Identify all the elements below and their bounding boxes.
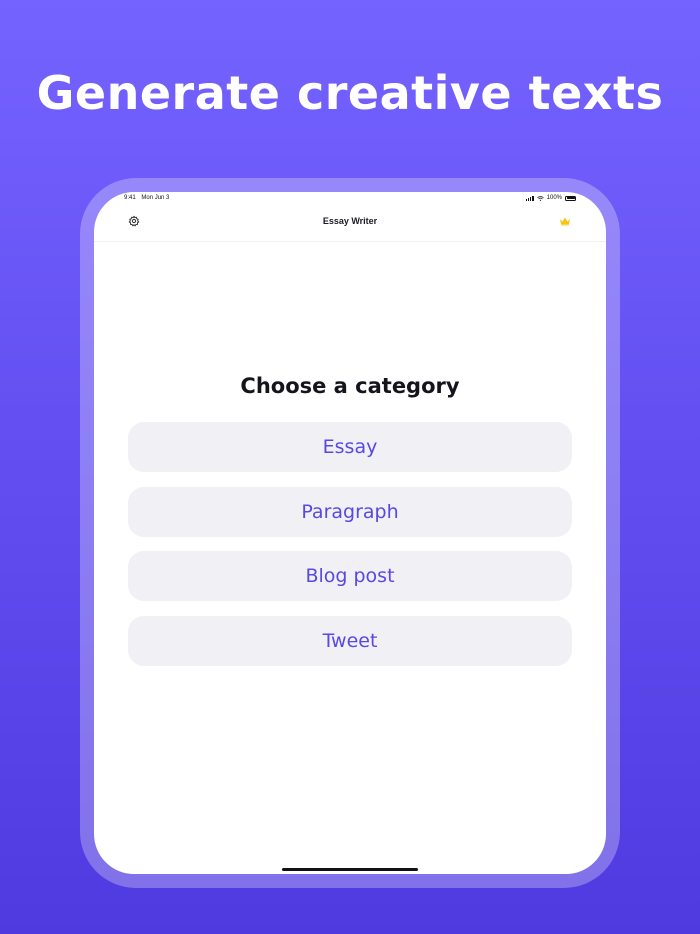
battery-icon [565,195,576,201]
category-button-essay[interactable]: Essay [128,422,572,472]
nav-title: Essay Writer [322,216,378,226]
category-button-paragraph[interactable]: Paragraph [128,486,572,537]
home-indicator[interactable] [282,868,418,871]
status-right: 100% [525,195,576,201]
app-screen: 9:41 Mon Jun 3 100% Essay Writer Choose … [94,192,606,874]
status-left: 9:41 Mon Jun 3 [124,195,173,201]
battery-percent: 100% [546,195,562,201]
premium-button[interactable] [558,214,572,228]
category-title: Choose a category [240,374,460,398]
navigation-bar: Essay Writer [94,206,606,242]
signal-icon [525,195,534,201]
status-time: 9:41 [124,195,136,201]
crown-icon [560,217,570,226]
status-date: Mon Jun 3 [141,195,170,201]
headline: Generate creative texts [36,66,664,120]
category-button-tweet[interactable]: Tweet [128,615,572,666]
wifi-icon [536,195,544,201]
device-frame: 9:41 Mon Jun 3 100% Essay Writer Choose … [80,178,620,888]
category-list: Essay Paragraph Blog post Tweet [128,422,572,680]
status-bar: 9:41 Mon Jun 3 100% [94,192,606,206]
category-button-blog-post[interactable]: Blog post [128,551,572,601]
